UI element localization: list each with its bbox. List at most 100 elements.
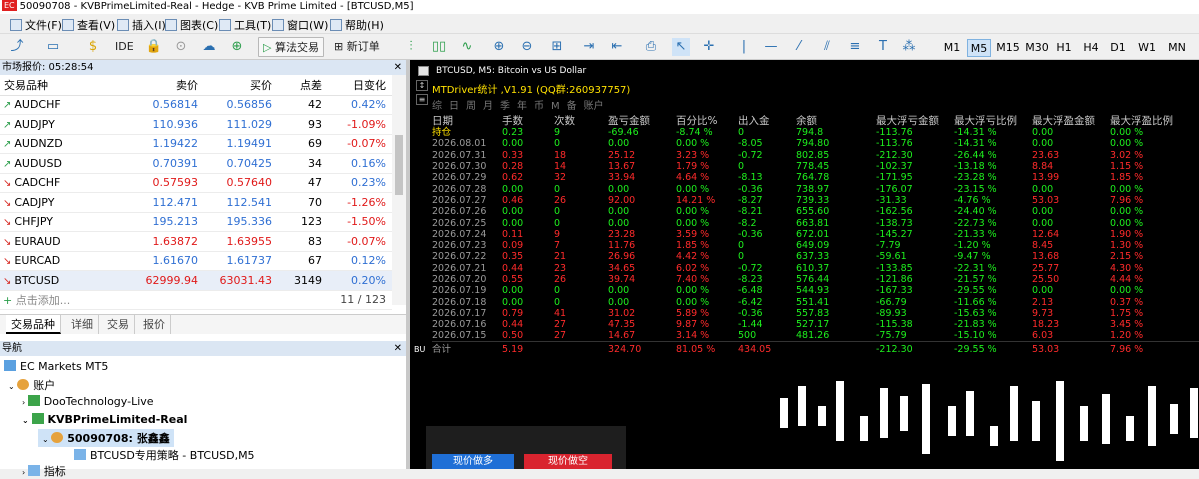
table-row[interactable]: ↘ BTCUSD 62999.94 63031.43 3149 0.20% <box>0 270 392 291</box>
channel-icon[interactable]: ⫽ <box>818 38 836 56</box>
stats-cell: 0.28 <box>502 161 524 173</box>
tf-d1[interactable]: D1 <box>1107 39 1129 57</box>
buy-at-market-button[interactable]: 现价做多 <box>432 454 514 469</box>
tab-trading[interactable]: 交易 <box>102 315 135 334</box>
tree-indicators[interactable]: › 指标 <box>22 463 66 479</box>
tree-strategy[interactable]: BTCUSD专用策略 - BTCUSD,M5 <box>74 447 255 463</box>
tf-m30[interactable]: M30 <box>1023 39 1051 57</box>
lock-icon[interactable]: 🔒 <box>145 38 163 56</box>
trendline-icon[interactable]: ⁄ <box>790 38 808 56</box>
menu-file[interactable]: 文件(F) <box>10 17 62 33</box>
spread-cell: 70 <box>278 192 328 213</box>
cloud-icon[interactable]: ☁ <box>200 38 218 56</box>
tree-account-kvb[interactable]: ⌄ KVBPrimeLimited-Real <box>22 413 187 426</box>
col-change[interactable]: 日变化 <box>328 75 392 96</box>
ea-tab[interactable]: 年 <box>517 101 527 112</box>
ea-tab[interactable]: 周 <box>466 101 476 112</box>
col-spread[interactable]: 点差 <box>278 75 328 96</box>
ea-collapse-icon[interactable]: ↕ <box>416 80 428 91</box>
add-symbol-row[interactable]: + 点击添加... 11 / 123 <box>0 290 392 310</box>
menu-help[interactable]: 帮助(H) <box>330 17 384 33</box>
new-order-button[interactable]: ⊞ 新订单 <box>334 37 380 57</box>
table-row[interactable]: ↘ CADCHF 0.57593 0.57640 47 0.23% <box>0 173 392 193</box>
stats-cell: 0.00 <box>1032 138 1054 150</box>
tf-m1[interactable]: M1 <box>940 39 964 57</box>
algo-trading-button[interactable]: ▷ 算法交易 <box>258 37 324 57</box>
tf-m5[interactable]: M5 <box>967 39 991 57</box>
menu-view[interactable]: 查看(V) <box>62 17 115 33</box>
screenshot-icon[interactable]: ⎙ <box>642 38 660 56</box>
ea-tab[interactable]: 币 <box>534 101 544 112</box>
chart-window[interactable]: BTCUSD, M5: Bitcoin vs US Dollar ↕ ≡ MTD… <box>406 60 1199 469</box>
table-row[interactable]: ↘ CHFJPY 195.213 195.336 123 -1.50% <box>0 212 392 232</box>
text-icon[interactable]: T <box>874 38 892 56</box>
tab-symbols[interactable]: 交易品种 <box>6 315 61 334</box>
table-row[interactable]: ↘ EURAUD 1.63872 1.63955 83 -0.07% <box>0 231 392 252</box>
tab-details[interactable]: 详细 <box>66 315 99 334</box>
col-ask[interactable]: 买价 <box>204 75 278 96</box>
horizontal-line-icon[interactable]: — <box>762 38 780 56</box>
stats-cell: 8.84 <box>1032 161 1054 173</box>
ea-tab[interactable]: 日 <box>449 101 459 112</box>
close-icon[interactable]: ✕ <box>394 60 402 75</box>
ea-tab[interactable]: 综 <box>432 101 442 112</box>
stats-row: 2026.07.29 0.62 32 33.94 4.64 % -8.13 764.78 -1… <box>432 172 1199 183</box>
grid-icon[interactable]: ⊞ <box>548 38 566 56</box>
menu-tools[interactable]: 工具(T) <box>219 17 271 33</box>
zoom-in-icon[interactable]: ⊕ <box>490 38 508 56</box>
chart-shift-icon[interactable]: ⇤ <box>608 38 626 56</box>
shapes-icon[interactable]: ⁂ <box>900 38 918 56</box>
autoscroll-icon[interactable]: ⇥ <box>580 38 598 56</box>
col-symbol[interactable]: 交易品种 <box>0 75 130 96</box>
bar-chart-icon[interactable]: ⫶ <box>402 38 420 56</box>
stats-cell: 23.63 <box>1032 149 1060 161</box>
tf-m15[interactable]: M15 <box>994 39 1022 57</box>
table-row[interactable]: ↘ CADJPY 112.471 112.541 70 -1.26% <box>0 192 392 213</box>
ide-button[interactable]: IDE <box>115 37 134 57</box>
ea-tab[interactable]: 账户 <box>584 101 604 112</box>
tf-h4[interactable]: H4 <box>1080 39 1102 57</box>
cursor-icon[interactable]: ↖ <box>672 38 690 56</box>
line-chart-icon[interactable]: ∿ <box>458 38 476 56</box>
ea-tab[interactable]: 季 <box>500 101 510 112</box>
col-bid[interactable]: 卖价 <box>130 75 204 96</box>
ea-tab[interactable]: M <box>551 101 560 112</box>
sell-at-market-button[interactable]: 现价做空 <box>524 454 612 469</box>
tab-ticks[interactable]: 报价 <box>138 315 171 334</box>
market-watch-scrollbar[interactable] <box>392 75 406 305</box>
tf-h1[interactable]: H1 <box>1053 39 1075 57</box>
ea-tab[interactable]: 月 <box>483 101 493 112</box>
table-row[interactable]: ↗ AUDUSD 0.70391 0.70425 34 0.16% <box>0 153 392 174</box>
zoom-out-icon[interactable]: ⊖ <box>518 38 536 56</box>
vertical-line-icon[interactable]: | <box>735 38 753 56</box>
table-row[interactable]: ↗ AUDNZD 1.19422 1.19491 69 -0.07% <box>0 134 392 154</box>
stats-cell: 3.23 % <box>676 149 710 161</box>
stats-cell: 0.00 % <box>1110 217 1144 229</box>
menu-chart[interactable]: 图表(C) <box>165 17 218 33</box>
ea-settings-icon[interactable]: ≡ <box>416 94 428 105</box>
ea-tab[interactable]: 备 <box>567 101 577 112</box>
crosshair-icon[interactable]: ✛ <box>700 38 718 56</box>
fibonacci-icon[interactable]: ≡ <box>846 38 864 56</box>
money-icon[interactable]: $ <box>84 38 102 56</box>
tf-mn[interactable]: MN <box>1163 39 1191 57</box>
templates-icon[interactable]: ▭ <box>44 38 62 56</box>
tree-user[interactable]: ⌄ 50090708: 张鑫鑫 <box>38 429 174 447</box>
menu-window[interactable]: 窗口(W) <box>272 17 328 33</box>
candle-chart-icon[interactable]: ▯▯ <box>430 38 448 56</box>
table-row[interactable]: ↗ AUDJPY 110.936 111.029 93 -1.09% <box>0 114 392 135</box>
buy-line-label: BU <box>414 345 426 354</box>
scrollbar-thumb[interactable] <box>395 135 403 195</box>
table-row[interactable]: ↘ EURCAD 1.61670 1.61737 67 0.12% <box>0 251 392 271</box>
tree-account-doo[interactable]: › DooTechnology-Live <box>22 395 154 408</box>
spread-cell: 93 <box>278 114 328 135</box>
close-icon[interactable]: ✕ <box>394 341 402 356</box>
tree-root[interactable]: EC Markets MT5 <box>4 360 108 373</box>
vps-icon[interactable]: ⊕ <box>228 38 246 56</box>
tree-accounts[interactable]: ⌄ 账户 <box>8 377 55 393</box>
tf-w1[interactable]: W1 <box>1135 39 1159 57</box>
table-row[interactable]: ↗ AUDCHF 0.56814 0.56856 42 0.42% <box>0 95 392 115</box>
chart-type-icon[interactable]: ⤴ <box>8 38 26 56</box>
menu-insert[interactable]: 插入(I) <box>117 17 166 33</box>
signal-icon[interactable]: ⊙ <box>172 38 190 56</box>
